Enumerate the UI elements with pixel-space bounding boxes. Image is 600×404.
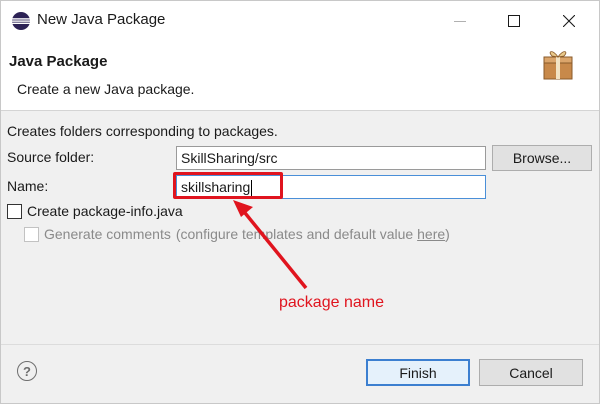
footer-separator: [1, 344, 599, 345]
help-icon[interactable]: ?: [17, 361, 37, 381]
cancel-button[interactable]: Cancel: [479, 359, 583, 386]
finish-button[interactable]: Finish: [366, 359, 470, 386]
annotation-label: package name: [279, 294, 384, 311]
dialog-window: New Java Package Java Package Create a n…: [0, 0, 600, 404]
